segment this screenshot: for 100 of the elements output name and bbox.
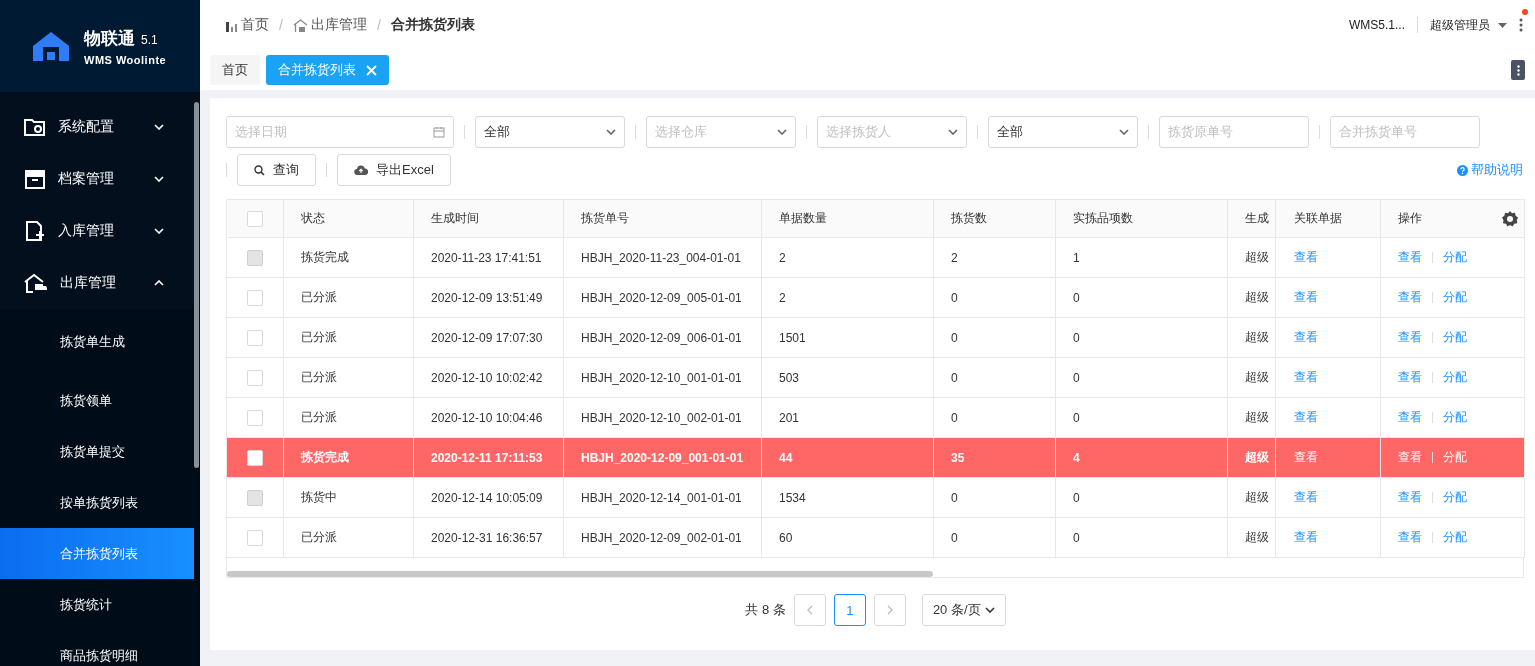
view-link[interactable]: 查看 — [1398, 410, 1422, 424]
field-placeholder: 选择拣货人 — [826, 123, 892, 141]
row-checkbox[interactable] — [247, 409, 263, 426]
sidebar-subitem[interactable]: 拣货领单 — [0, 375, 194, 426]
sidebar-menu-item[interactable]: 系统配置 — [0, 101, 200, 153]
select-all-checkbox[interactable] — [247, 210, 263, 227]
close-icon[interactable] — [366, 64, 377, 76]
view-link[interactable]: 查看 — [1398, 250, 1422, 264]
sidebar-menu-item[interactable]: 出库管理 — [0, 257, 200, 309]
table-cell: 201 — [779, 410, 800, 425]
view-link[interactable]: 查看 — [1398, 290, 1422, 304]
warehouse-truck-icon — [24, 273, 48, 293]
scrollbar[interactable] — [194, 102, 199, 468]
page-size-select[interactable]: 20 条/页 — [921, 594, 1006, 626]
assign-link[interactable]: 分配 — [1443, 330, 1467, 344]
table-cell: 0 — [1073, 330, 1080, 345]
sidebar-subitem[interactable]: 拣货单提交 — [0, 426, 194, 477]
table-cell: HBJH_2020-12-09_005-01-01 — [581, 290, 742, 305]
select-field[interactable]: 选择拣货人 — [817, 116, 967, 148]
logo-subtitle: WMS Woolinte — [84, 53, 167, 66]
input-field[interactable]: 合并拣货单号 — [1330, 116, 1480, 148]
view-link[interactable]: 查看 — [1398, 450, 1422, 464]
scrollbar[interactable] — [227, 571, 933, 577]
column-header: 关联单据 — [1294, 211, 1342, 225]
version-label: WMS5.1... — [1349, 18, 1405, 32]
assign-link[interactable]: 分配 — [1443, 490, 1467, 504]
row-checkbox[interactable] — [247, 329, 263, 346]
table-row[interactable]: 已分派 2020-12-09 17:07:30 HBJH_2020-12-09_006-01-01 1501 0 0 超级 查看 查看 分配 — [226, 317, 1525, 358]
assign-link[interactable]: 分配 — [1443, 450, 1467, 464]
logo-version: 5.1 — [141, 32, 158, 47]
assign-link[interactable]: 分配 — [1443, 290, 1467, 304]
assign-link[interactable]: 分配 — [1443, 250, 1467, 264]
assign-link[interactable]: 分配 — [1443, 410, 1467, 424]
export-button[interactable]: 导出Excel — [337, 154, 451, 186]
table-cell: 4 — [1073, 450, 1080, 465]
select-field[interactable]: 全部 — [988, 116, 1138, 148]
row-checkbox[interactable] — [247, 369, 263, 386]
calendar-icon — [433, 126, 445, 138]
sidebar-menu-item[interactable]: 入库管理 — [0, 205, 200, 257]
assign-link[interactable]: 分配 — [1443, 530, 1467, 544]
view-link[interactable]: 查看 — [1398, 530, 1422, 544]
table-cell: 503 — [779, 370, 800, 385]
chevron-right-icon — [886, 605, 893, 615]
search-button[interactable]: 查询 — [237, 154, 316, 186]
sidebar-menu-item[interactable]: 档案管理 — [0, 153, 200, 205]
table-row[interactable]: 已分派 2020-12-31 16:36:57 HBJH_2020-12-09_002-01-01 60 0 0 超级 查看 查看 分配 — [226, 517, 1525, 558]
view-link[interactable]: 查看 — [1294, 530, 1318, 544]
date-field[interactable]: 选择日期 — [226, 116, 454, 148]
view-link[interactable]: 查看 — [1294, 370, 1318, 384]
view-link[interactable]: 查看 — [1294, 330, 1318, 344]
page-tab[interactable]: 合并拣货列表 — [266, 55, 389, 85]
settings-icon[interactable] — [1502, 210, 1518, 227]
breadcrumb-item[interactable]: 首页 — [241, 16, 269, 34]
chevron-down-icon — [154, 124, 164, 130]
breadcrumb-item[interactable]: 出库管理 — [310, 16, 367, 34]
table-cell: 超级 — [1245, 490, 1269, 504]
table-cell: 超级 — [1245, 330, 1269, 344]
table-row[interactable]: 已分派 2020-12-10 10:02:42 HBJH_2020-12-10_001-01-01 503 0 0 超级 查看 查看 分配 — [226, 357, 1525, 398]
column-header: 生成时间 — [431, 211, 479, 225]
input-field[interactable]: 拣货原单号 — [1159, 116, 1309, 148]
table-row[interactable]: 已分派 2020-12-10 10:04:46 HBJH_2020-12-10_002-01-01 201 0 0 超级 查看 查看 分配 — [226, 397, 1525, 438]
select-field[interactable]: 选择仓库 — [646, 116, 796, 148]
next-page-button[interactable] — [873, 594, 906, 626]
user-menu[interactable]: 超级管理员 — [1430, 16, 1507, 34]
breadcrumb-item: 合并拣货列表 — [390, 16, 475, 34]
row-checkbox[interactable] — [247, 529, 263, 546]
warehouse-icon — [292, 18, 308, 32]
view-link[interactable]: 查看 — [1294, 490, 1318, 504]
sidebar-subitem[interactable]: 合并拣货列表 — [0, 528, 194, 579]
view-link[interactable]: 查看 — [1294, 290, 1318, 304]
row-checkbox[interactable] — [247, 289, 263, 306]
table-cell: 2020-12-09 13:51:49 — [431, 290, 543, 305]
sidebar-subitem[interactable]: 按单拣货列表 — [0, 477, 194, 528]
page-tab[interactable]: 首页 — [210, 55, 260, 85]
sidebar-subitem[interactable]: 拣货单生成 — [0, 309, 194, 375]
view-link[interactable]: 查看 — [1294, 450, 1318, 464]
table-cell: HBJH_2020-12-09_006-01-01 — [581, 330, 742, 345]
table-cell: 超级 — [1245, 530, 1269, 544]
sidebar-subitem[interactable]: 商品拣货明细 — [0, 630, 194, 666]
assign-link[interactable]: 分配 — [1443, 370, 1467, 384]
table-cell: 0 — [951, 370, 958, 385]
table-row[interactable]: 拣货完成 2020-11-23 17:41:51 HBJH_2020-11-23_004-01-01 2 2 1 超级 查看 查看 分配 — [226, 237, 1525, 278]
view-link[interactable]: 查看 — [1398, 490, 1422, 504]
more-button[interactable] — [1511, 60, 1525, 80]
view-link[interactable]: 查看 — [1398, 370, 1422, 384]
view-link[interactable]: 查看 — [1294, 250, 1318, 264]
table-cell: 2020-11-23 17:41:51 — [431, 250, 542, 265]
select-field[interactable]: 全部 — [475, 116, 625, 148]
row-checkbox[interactable] — [247, 449, 263, 466]
sidebar-subitem[interactable]: 拣货统计 — [0, 579, 194, 630]
view-link[interactable]: 查看 — [1398, 330, 1422, 344]
help-link[interactable]: 帮助说明 — [1457, 161, 1523, 179]
table-row[interactable]: 拣货完成 2020-12-11 17:11:53 HBJH_2020-12-09_001-01-01 44 35 4 超级 查看 查看 分配 — [226, 437, 1525, 478]
table-row[interactable]: 拣货中 2020-12-14 10:05:09 HBJH_2020-12-14_001-01-01 1534 0 0 超级 查看 查看 分配 — [226, 477, 1525, 518]
page-button[interactable]: 1 — [833, 594, 866, 626]
previous-page-button[interactable] — [793, 594, 826, 626]
archive-icon — [24, 169, 46, 189]
table-cell: 60 — [779, 530, 793, 545]
view-link[interactable]: 查看 — [1294, 410, 1318, 424]
table-row[interactable]: 已分派 2020-12-09 13:51:49 HBJH_2020-12-09_005-01-01 2 0 0 超级 查看 查看 分配 — [226, 277, 1525, 318]
